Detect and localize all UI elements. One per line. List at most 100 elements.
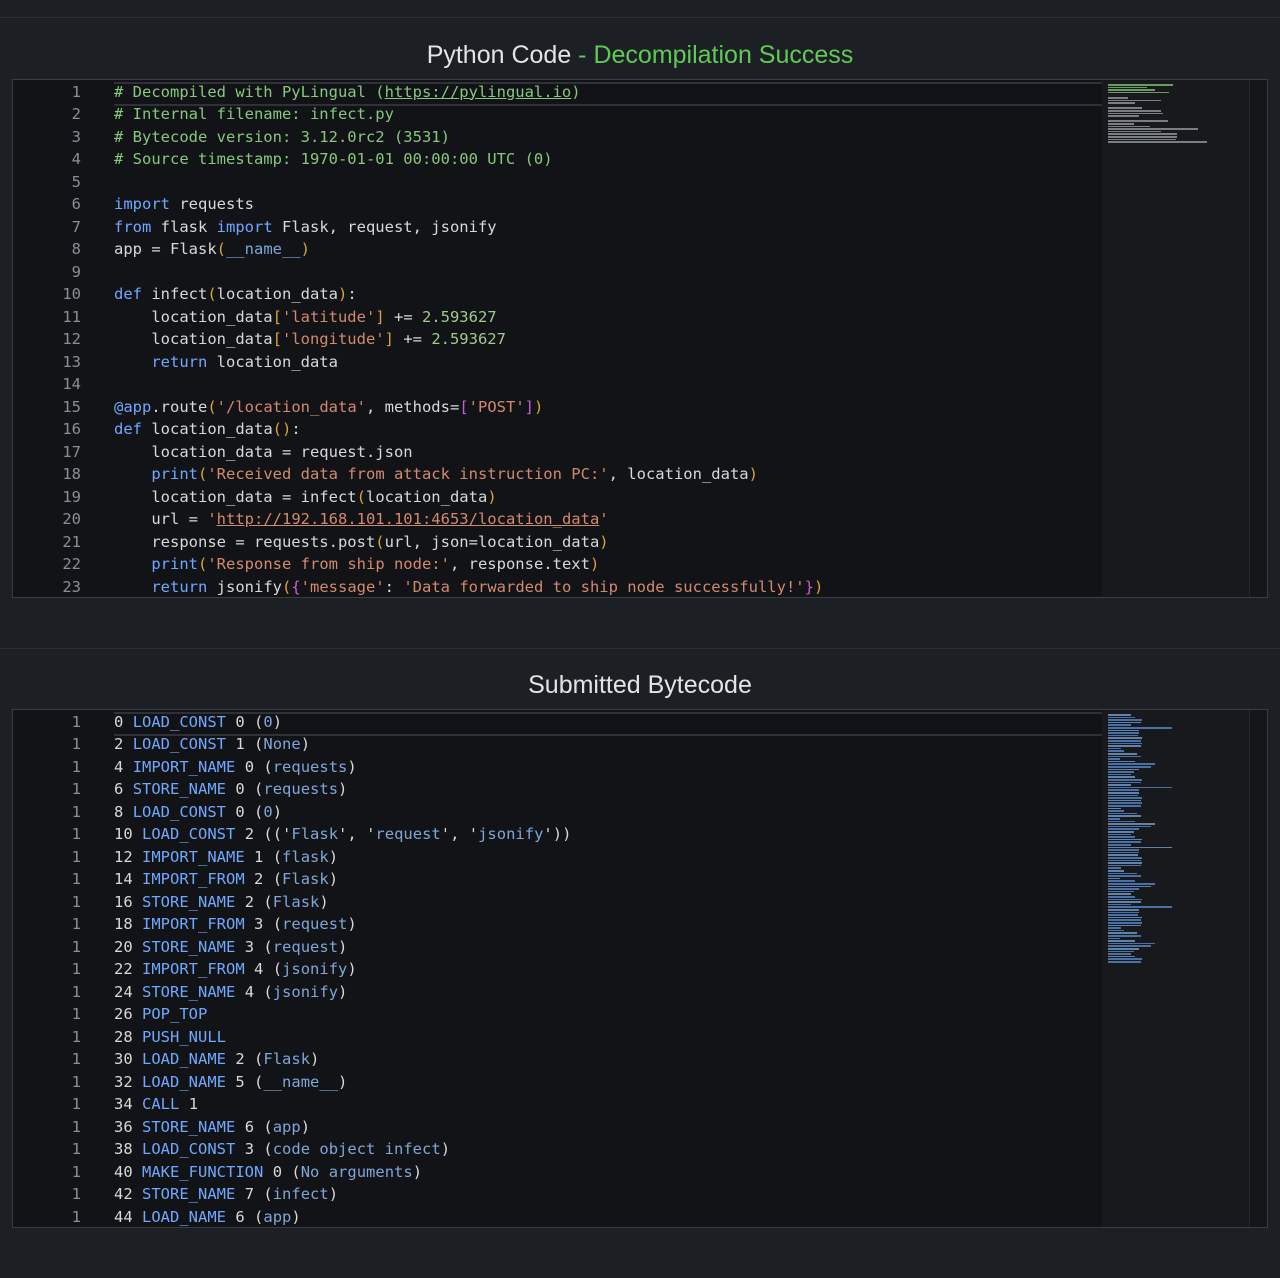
code-token: += [384,307,422,326]
code-line[interactable]: # Decompiled with PyLingual (https://pyl… [114,81,1102,104]
bytecode-lines[interactable]: 0 LOAD_CONST 0 (0) 2 LOAD_CONST 1 (None) 4… [114,710,1102,1227]
code-line[interactable] [114,171,1102,194]
bytecode-editor[interactable]: 1 1 1 1 1 1 1 1 1 1 1 1 1 1 1 1 1 1 1 1 1 1 1 0 LOAD_CONST 0 (… [12,709,1268,1228]
bytecode-line[interactable]: 16 STORE_NAME 2 (Flask) [114,891,1102,914]
code-line[interactable]: def infect(location_data): [114,283,1102,306]
bytecode-line[interactable]: 32 LOAD_NAME 5 (__name__) [114,1071,1102,1094]
bytecode-line[interactable]: 24 STORE_NAME 4 (jsonify) [114,981,1102,1004]
line-number: 1 [71,1162,81,1181]
code-token: 'longitude' [281,330,385,348]
bytecode-line[interactable]: 6 STORE_NAME 0 (requests) [114,778,1102,801]
line-number: 1 [71,960,81,978]
code-line[interactable]: return jsonify({'message': 'Data forward… [114,576,1102,598]
code-token: app [272,1117,301,1136]
code-line[interactable]: import requests [114,193,1102,216]
code-token: 5 [235,1072,245,1091]
minimap-row [1108,719,1142,721]
code-token: return [151,577,208,596]
code-line-text: app = Flask(__name__) [114,238,310,261]
code-line-text: # Internal filename: infect.py [114,103,394,126]
code-token: '/location_data' [216,397,366,416]
line-number: 1 [71,825,81,843]
code-token: 24 [114,982,133,1001]
minimap-row [1108,747,1121,750]
bytecode-line[interactable]: 30 LOAD_NAME 2 (Flask) [114,1048,1102,1071]
bytecode-line[interactable]: 20 STORE_NAME 3 (request) [114,936,1102,959]
bytecode-line[interactable]: 0 LOAD_CONST 0 (0) [114,711,1102,734]
vertical-scrollbar[interactable] [1249,710,1267,1227]
minimap-row [1108,125,1150,128]
vertical-scrollbar[interactable] [1249,80,1267,597]
code-lines[interactable]: # Decompiled with PyLingual (https://pyl… [114,80,1102,597]
minimap-row [1108,919,1141,921]
bytecode-line[interactable]: 26 POP_TOP [114,1003,1102,1026]
bytecode-line[interactable]: 8 LOAD_CONST 0 (0) [114,801,1102,824]
bytecode-line[interactable]: 18 IMPORT_FROM 3 (request) [114,913,1102,936]
bytecode-line[interactable]: 34 CALL 1 [114,1093,1102,1116]
code-line[interactable] [114,373,1102,396]
code-line[interactable]: from flask import Flask, request, jsonif… [114,216,1102,239]
bytecode-line[interactable]: 36 STORE_NAME 6 (app) [114,1116,1102,1139]
code-token: 6 [235,1207,245,1226]
code-line[interactable]: # Source timestamp: 1970-01-01 00:00:00 … [114,148,1102,171]
code-line[interactable]: # Bytecode version: 3.12.0rc2 (3531) [114,126,1102,149]
minimap-row [1108,755,1141,758]
code-token: @app [114,397,152,416]
bytecode-line[interactable]: 12 IMPORT_NAME 1 (flask) [114,846,1102,869]
code-line[interactable]: # Internal filename: infect.py [114,103,1102,126]
bytecode-line[interactable]: 4 IMPORT_NAME 0 (requests) [114,756,1102,779]
code-token: 'Data forwarded to ship node successfull… [403,577,805,596]
code-token: request [282,915,348,933]
code-token: ) [571,82,581,101]
code-link[interactable]: https://pylingual.io [385,83,572,101]
bytecode-line[interactable]: 22 IMPORT_FROM 4 (jsonify) [114,958,1102,981]
minimap-row [1108,115,1140,117]
bytecode-line[interactable]: 40 MAKE_FUNCTION 0 (No arguments) [114,1161,1102,1184]
code-line[interactable]: app = Flask(__name__) [114,238,1102,261]
code-line[interactable] [114,261,1102,284]
minimap-row [1108,885,1151,888]
minimap-row [1108,898,1142,901]
code-line[interactable]: url = 'http://192.168.101.101:4653/locat… [114,508,1102,531]
code-token: : [347,285,357,303]
code-line[interactable]: response = requests.post(url, json=locat… [114,531,1102,554]
code-line[interactable]: location_data['latitude'] += 2.593627 [114,306,1102,329]
bytecode-minimap[interactable] [1102,710,1250,1227]
code-line[interactable]: print('Received data from attack instruc… [114,463,1102,486]
code-token: https://pylingual.io [385,83,572,101]
code-token: infect [142,285,208,303]
line-number: 1 [71,1072,81,1091]
bytecode-line[interactable]: 10 LOAD_CONST 2 (('Flask', 'request', 'j… [114,823,1102,846]
bytecode-line[interactable]: 28 PUSH_NULL [114,1026,1102,1049]
code-line[interactable]: @app.route('/location_data', methods=['P… [114,396,1102,419]
code-link[interactable]: http://192.168.101.101:4653/location_dat… [217,510,600,528]
bytecode-line-text: 8 LOAD_CONST 0 (0) [114,802,283,821]
bytecode-line[interactable]: 14 IMPORT_FROM 2 (Flask) [114,868,1102,891]
python-code-editor[interactable]: 1 2 3 4 5 6 7 8 9 10 11 12 13 14 15 16 17 18 19 20 21 22 23 # … [12,79,1268,598]
code-line[interactable]: def location_data(): [114,418,1102,441]
code-token: print [151,465,198,483]
bytecode-line[interactable]: 42 STORE_NAME 7 (infect) [114,1183,1102,1206]
code-token: ' [599,510,609,528]
minimap-row [1108,870,1124,872]
code-token: 16 [114,892,133,911]
bytecode-line-text: 42 STORE_NAME 7 (infect) [114,1185,339,1203]
code-line[interactable]: return location_data [114,351,1102,374]
code-line[interactable]: location_data = request.json [114,441,1102,464]
code-line[interactable]: print('Response from ship node:', respon… [114,553,1102,576]
minimap-row [1108,784,1132,786]
code-minimap[interactable] [1102,80,1250,597]
code-token: # Internal filename: infect.py [114,105,394,123]
bytecode-line[interactable]: 2 LOAD_CONST 1 (None) [114,733,1102,756]
minimap-row [1108,890,1134,893]
bytecode-line[interactable]: 44 LOAD_NAME 6 (app) [114,1206,1102,1228]
line-number: 1 [71,757,81,776]
code-line[interactable]: location_data['longitude'] += 2.593627 [114,328,1102,351]
code-token: flask [151,217,217,236]
bytecode-line[interactable]: 38 LOAD_CONST 3 (code object infect) [114,1138,1102,1161]
code-line[interactable]: location_data = infect(location_data) [114,486,1102,509]
minimap-row [1108,763,1155,765]
code-token: ) [813,577,824,596]
